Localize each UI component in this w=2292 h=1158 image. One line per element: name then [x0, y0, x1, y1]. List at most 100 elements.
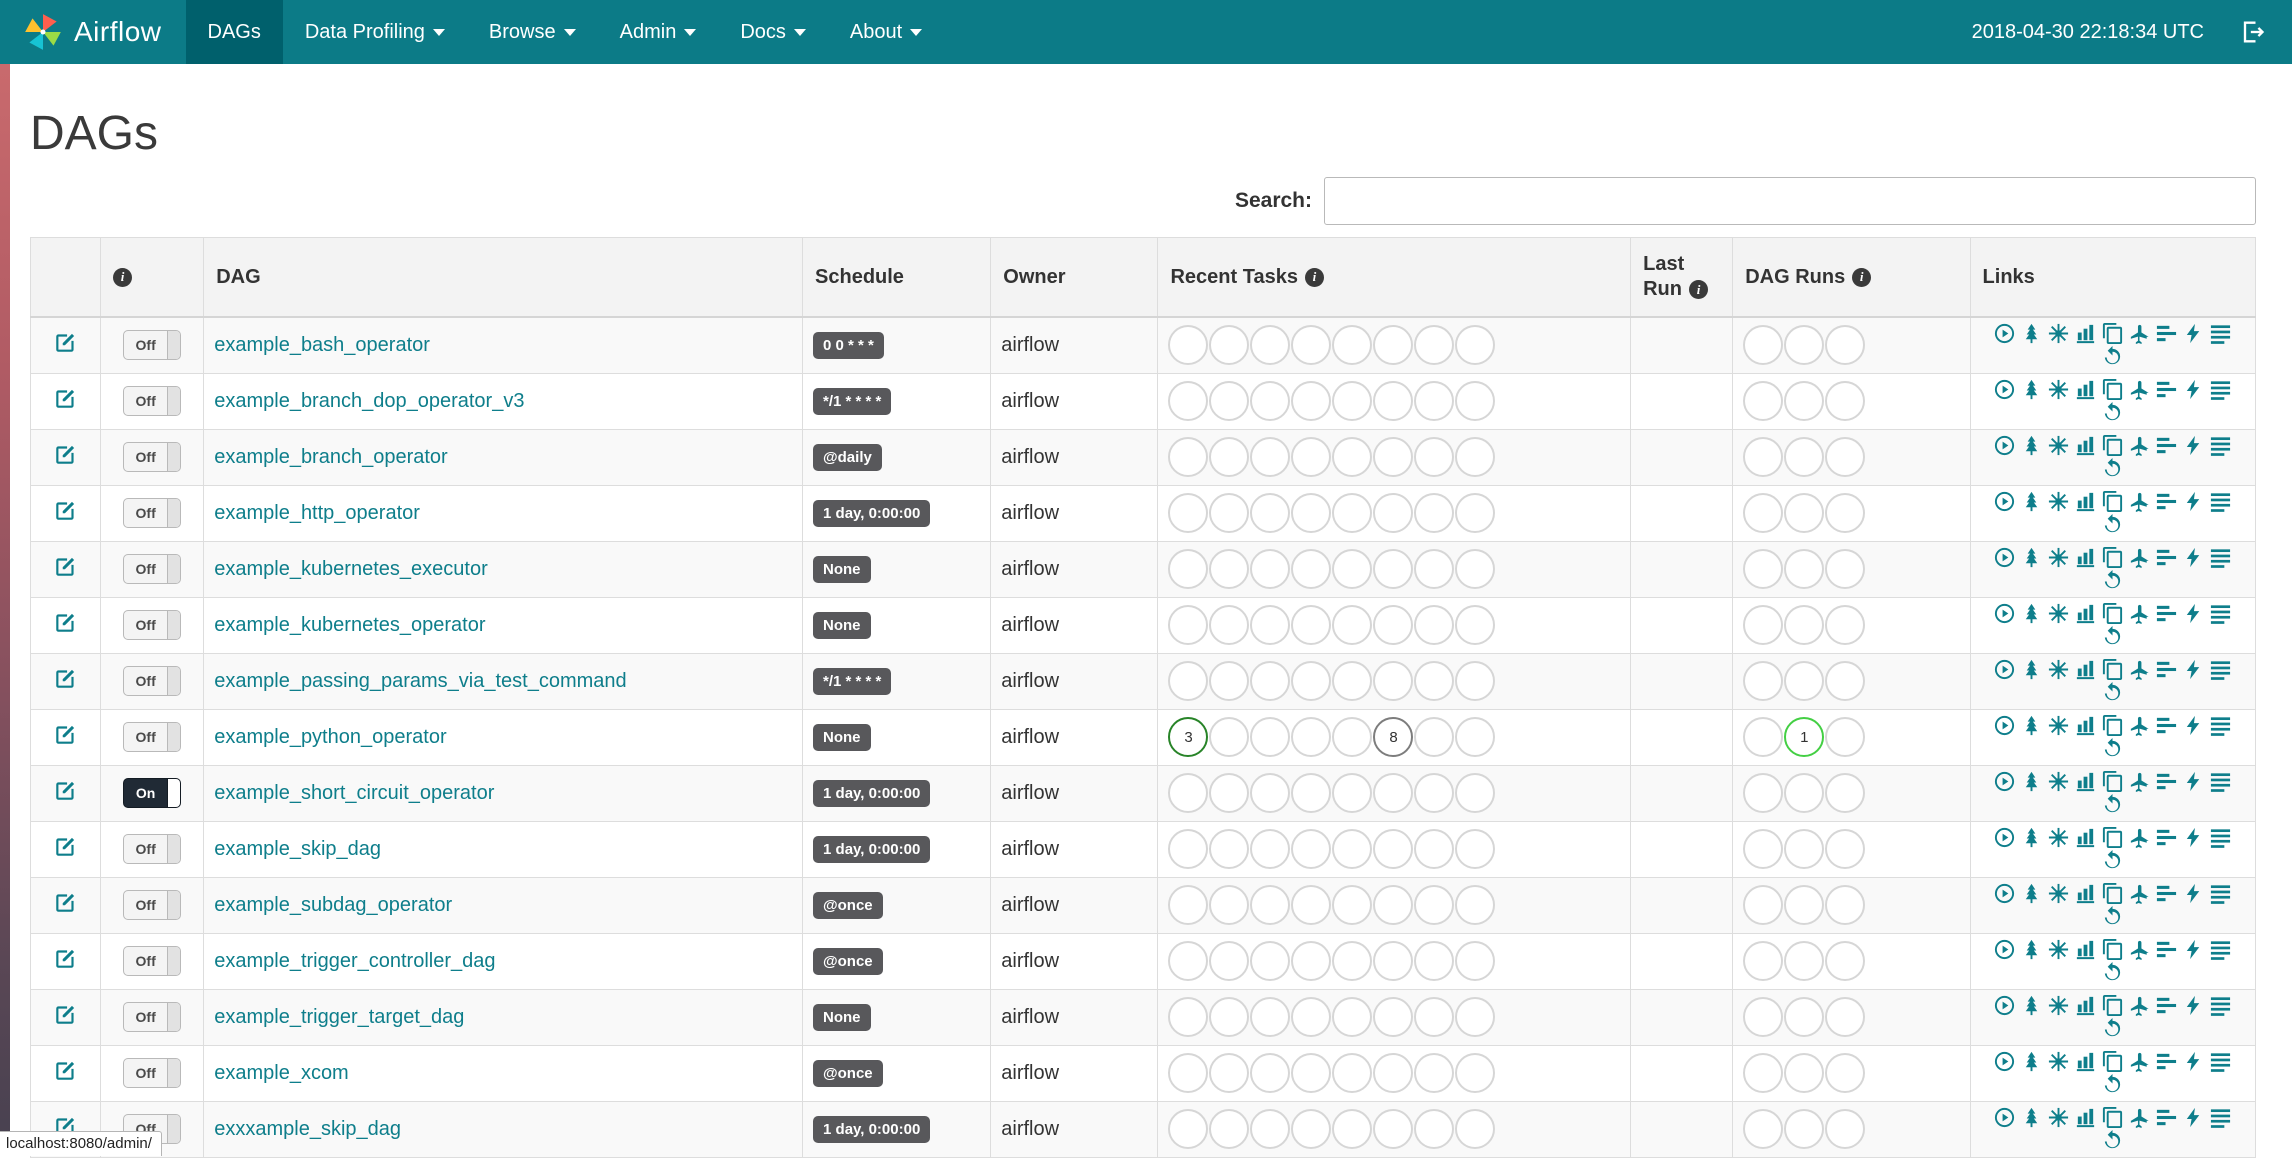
edit-dag-icon[interactable]: [53, 553, 79, 579]
task-duration-icon[interactable]: [2074, 1106, 2097, 1129]
logs-icon[interactable]: [2209, 770, 2232, 793]
task-instance-circle[interactable]: [1414, 773, 1455, 813]
task-instance-circle[interactable]: [1414, 325, 1455, 366]
gantt-icon[interactable]: [2155, 714, 2178, 737]
task-instance-circle[interactable]: [1250, 549, 1291, 589]
tree-view-icon[interactable]: [2020, 434, 2043, 457]
tree-view-icon[interactable]: [2020, 1106, 2043, 1129]
task-instance-circle[interactable]: [1455, 381, 1496, 421]
task-instance-circle[interactable]: [1291, 325, 1332, 366]
edit-dag-icon[interactable]: [53, 889, 79, 915]
graph-view-icon[interactable]: [2047, 658, 2070, 681]
task-instance-circle[interactable]: [1168, 1053, 1209, 1093]
code-view-icon[interactable]: [2182, 546, 2205, 569]
nav-item-about[interactable]: About: [828, 0, 944, 64]
graph-view-icon[interactable]: [2047, 378, 2070, 401]
airflow-brand[interactable]: Airflow: [22, 0, 186, 64]
schedule-badge[interactable]: @once: [813, 947, 883, 975]
landing-times-icon[interactable]: [2128, 1050, 2151, 1073]
trigger-dag-icon[interactable]: [1993, 994, 2016, 1017]
dag-link[interactable]: example_trigger_controller_dag: [214, 950, 495, 972]
task-instance-circle[interactable]: [1373, 493, 1414, 533]
gantt-icon[interactable]: [2155, 490, 2178, 513]
tree-view-icon[interactable]: [2020, 938, 2043, 961]
info-icon[interactable]: i: [1689, 280, 1708, 300]
code-view-icon[interactable]: [2182, 1106, 2205, 1129]
tree-view-icon[interactable]: [2020, 602, 2043, 625]
task-instance-circle[interactable]: [1168, 381, 1209, 421]
dag-pause-toggle[interactable]: Off: [123, 386, 182, 416]
task-instance-circle[interactable]: [1455, 437, 1496, 477]
task-instance-circle[interactable]: [1209, 549, 1250, 589]
dag-run-circle[interactable]: [1784, 661, 1825, 701]
task-instance-circle[interactable]: [1291, 437, 1332, 477]
landing-times-icon[interactable]: [2128, 826, 2151, 849]
dag-link[interactable]: example_kubernetes_executor: [214, 558, 488, 580]
info-icon[interactable]: i: [113, 267, 133, 287]
task-instance-circle[interactable]: [1291, 885, 1332, 925]
dag-run-circle[interactable]: [1784, 549, 1825, 589]
schedule-badge[interactable]: 1 day, 0:00:00: [813, 779, 931, 807]
logs-icon[interactable]: [2209, 658, 2232, 681]
task-instance-circle[interactable]: [1250, 1109, 1291, 1149]
dag-run-circle[interactable]: [1743, 661, 1784, 701]
dag-run-circle[interactable]: [1743, 941, 1784, 981]
edit-dag-icon[interactable]: [53, 497, 79, 523]
dag-run-circle[interactable]: [1784, 829, 1825, 869]
task-instance-circle[interactable]: [1414, 549, 1455, 589]
edit-dag-icon[interactable]: [53, 665, 79, 691]
task-duration-icon[interactable]: [2074, 378, 2097, 401]
task-instance-circle[interactable]: [1291, 829, 1332, 869]
info-icon[interactable]: i: [1304, 267, 1324, 287]
dag-pause-toggle[interactable]: Off: [123, 890, 182, 920]
schedule-badge[interactable]: @once: [813, 891, 883, 919]
tree-view-icon[interactable]: [2020, 658, 2043, 681]
refresh-icon[interactable]: [2101, 1017, 2124, 1040]
trigger-dag-icon[interactable]: [1993, 882, 2016, 905]
gantt-icon[interactable]: [2155, 826, 2178, 849]
task-instance-circle[interactable]: [1209, 493, 1250, 533]
gantt-icon[interactable]: [2155, 938, 2178, 961]
task-instance-circle[interactable]: [1250, 773, 1291, 813]
task-duration-icon[interactable]: [2074, 994, 2097, 1017]
nav-item-admin[interactable]: Admin: [598, 0, 719, 64]
dag-run-circle[interactable]: [1825, 941, 1866, 981]
task-instance-circle[interactable]: [1250, 661, 1291, 701]
task-instance-circle[interactable]: [1455, 885, 1496, 925]
dag-pause-toggle[interactable]: Off: [123, 722, 182, 752]
graph-view-icon[interactable]: [2047, 826, 2070, 849]
task-instance-circle[interactable]: [1332, 381, 1373, 421]
logs-icon[interactable]: [2209, 490, 2232, 513]
task-instance-circle[interactable]: [1332, 1053, 1373, 1093]
task-instance-circle[interactable]: [1209, 717, 1250, 757]
task-instance-circle[interactable]: [1455, 1053, 1496, 1093]
task-instance-circle[interactable]: [1168, 437, 1209, 477]
dag-pause-toggle[interactable]: Off: [123, 946, 182, 976]
task-duration-icon[interactable]: [2074, 770, 2097, 793]
dag-run-circle[interactable]: [1825, 661, 1866, 701]
nav-item-data-profiling[interactable]: Data Profiling: [283, 0, 467, 64]
refresh-icon[interactable]: [2101, 905, 2124, 928]
trigger-dag-icon[interactable]: [1993, 714, 2016, 737]
schedule-badge[interactable]: */1 * * * *: [813, 387, 892, 415]
tree-view-icon[interactable]: [2020, 378, 2043, 401]
dag-run-circle[interactable]: [1743, 493, 1784, 533]
refresh-icon[interactable]: [2101, 513, 2124, 536]
dag-run-circle[interactable]: [1743, 1053, 1784, 1093]
task-tries-icon[interactable]: [2101, 434, 2124, 457]
task-instance-circle[interactable]: [1332, 885, 1373, 925]
task-instance-circle[interactable]: [1332, 549, 1373, 589]
code-view-icon[interactable]: [2182, 434, 2205, 457]
landing-times-icon[interactable]: [2128, 882, 2151, 905]
edit-dag-icon[interactable]: [53, 385, 79, 411]
task-instance-circle[interactable]: [1373, 381, 1414, 421]
dag-pause-toggle[interactable]: Off: [123, 666, 182, 696]
task-instance-circle[interactable]: [1250, 437, 1291, 477]
nav-item-docs[interactable]: Docs: [718, 0, 828, 64]
dag-run-circle[interactable]: [1743, 381, 1784, 421]
task-tries-icon[interactable]: [2101, 322, 2124, 345]
dag-link[interactable]: example_kubernetes_operator: [214, 614, 485, 636]
dag-run-circle[interactable]: [1784, 1053, 1825, 1093]
task-instance-circle[interactable]: [1373, 1109, 1414, 1149]
task-instance-circle[interactable]: [1414, 1053, 1455, 1093]
